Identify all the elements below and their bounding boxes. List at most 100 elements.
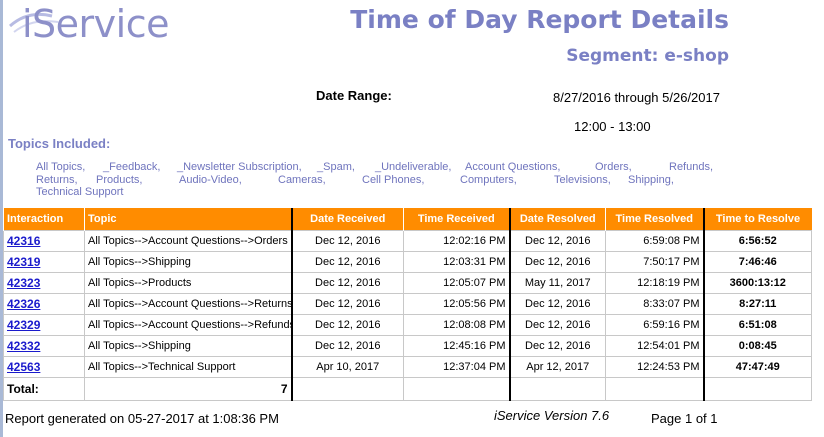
time-resolved-cell: 6:59:08 PM — [605, 230, 704, 252]
col-header-date-received: Date Received — [290, 208, 404, 231]
interaction-cell: 42329 — [3, 314, 85, 336]
date-resolved-cell: Dec 12, 2016 — [508, 251, 606, 273]
interaction-cell: 42319 — [3, 251, 85, 273]
interaction-link[interactable]: 42326 — [7, 297, 40, 311]
time-to-resolve-cell: 6:51:08 — [702, 314, 812, 336]
col-header-date-resolved: Date Resolved — [508, 208, 606, 231]
date-received-cell: Dec 12, 2016 — [290, 314, 404, 336]
total-row: Total: 7 — [3, 377, 812, 401]
interaction-link[interactable]: 42563 — [7, 360, 40, 374]
report-generated-text: Report generated on 05-27-2017 at 1:08:3… — [5, 411, 279, 426]
date-range-value: 8/27/2016 through 5/26/2017 — [553, 90, 720, 105]
time-resolved-cell: 8:33:07 PM — [605, 293, 704, 315]
time-received-cell: 12:08:08 PM — [403, 314, 510, 336]
table-row: 42563 All Topics-->Technical Support Apr… — [3, 356, 812, 378]
time-received-cell: 12:05:56 PM — [403, 293, 510, 315]
topic-cell: All Topics-->Shipping — [84, 335, 292, 357]
col-header-time-resolved: Time Resolved — [605, 208, 704, 231]
time-to-resolve-cell: 7:46:46 — [702, 251, 812, 273]
topic-item: Account Questions, — [465, 161, 561, 173]
page-number: Page 1 of 1 — [651, 411, 718, 426]
topic-item: Orders, — [595, 161, 632, 173]
topic-cell: All Topics-->Shipping — [84, 251, 292, 273]
topic-item: _Feedback, — [103, 161, 161, 173]
empty-cell — [702, 377, 812, 401]
topics-heading: Topics Included: — [8, 136, 111, 151]
col-header-topic: Topic — [84, 208, 292, 231]
time-to-resolve-cell: 6:56:52 — [702, 230, 812, 252]
topic-item: Refunds, — [669, 161, 714, 173]
time-received-cell: 12:05:07 PM — [403, 272, 510, 294]
interaction-link[interactable]: 42329 — [7, 318, 40, 332]
time-resolved-cell: 12:54:01 PM — [605, 335, 704, 357]
date-received-cell: Dec 12, 2016 — [290, 293, 404, 315]
time-to-resolve-cell: 3600:13:12 — [702, 272, 812, 294]
interaction-cell: 42323 — [3, 272, 85, 294]
topic-cell: All Topics-->Account Questions-->Orders — [84, 230, 292, 252]
interaction-link[interactable]: 42332 — [7, 339, 40, 353]
date-resolved-cell: Apr 12, 2017 — [508, 356, 606, 378]
date-resolved-cell: Dec 12, 2016 — [508, 335, 606, 357]
time-to-resolve-cell: 0:08:45 — [702, 335, 812, 357]
topic-item: Televisions, — [554, 174, 611, 186]
table-row: 42323 All Topics-->Products Dec 12, 2016… — [3, 272, 812, 294]
date-resolved-cell: May 11, 2017 — [508, 272, 606, 294]
date-received-cell: Dec 12, 2016 — [290, 230, 404, 252]
empty-cell — [508, 377, 606, 401]
date-range-label: Date Range: — [316, 88, 392, 103]
interaction-cell: 42316 — [3, 230, 85, 252]
date-received-cell: Dec 12, 2016 — [290, 335, 404, 357]
time-received-cell: 12:03:31 PM — [403, 251, 510, 273]
table-row: 42329 All Topics-->Account Questions-->R… — [3, 314, 812, 336]
table-row: 42316 All Topics-->Account Questions-->O… — [3, 230, 812, 252]
interaction-cell: 42332 — [3, 335, 85, 357]
total-count: 7 — [84, 377, 292, 401]
version-text: iService Version 7.6 — [494, 408, 610, 423]
date-resolved-cell: Dec 12, 2016 — [508, 230, 606, 252]
date-received-cell: Dec 12, 2016 — [290, 251, 404, 273]
topic-item: Cell Phones, — [362, 174, 425, 186]
interaction-link[interactable]: 42316 — [7, 234, 40, 248]
time-received-cell: 12:45:16 PM — [403, 335, 510, 357]
report-title: Time of Day Report Details — [350, 5, 729, 34]
iservice-logo: iService — [4, 2, 204, 54]
topic-item: Technical Support — [36, 186, 124, 198]
col-header-time-received: Time Received — [403, 208, 510, 231]
date-resolved-cell: Dec 12, 2016 — [508, 293, 606, 315]
topic-item: All Topics, — [36, 161, 86, 173]
date-received-cell: Dec 12, 2016 — [290, 272, 404, 294]
table-row: 42326 All Topics-->Account Questions-->R… — [3, 293, 812, 315]
time-to-resolve-cell: 8:27:11 — [702, 293, 812, 315]
segment-label: Segment: e-shop — [566, 46, 729, 66]
topic-cell: All Topics-->Technical Support — [84, 356, 292, 378]
date-resolved-cell: Dec 12, 2016 — [508, 314, 606, 336]
topic-item: Shipping, — [628, 174, 674, 186]
topic-item: _Newsletter Subscription, — [177, 161, 302, 173]
col-header-interaction: Interaction — [3, 208, 85, 231]
time-to-resolve-cell: 47:47:49 — [702, 356, 812, 378]
topic-item: Computers, — [460, 174, 517, 186]
topic-item: _Undeliverable, — [375, 161, 452, 173]
interaction-link[interactable]: 42319 — [7, 255, 40, 269]
table-header-row: Interaction Topic Date Received Time Rec… — [3, 208, 812, 231]
interaction-cell: 42563 — [3, 356, 85, 378]
total-label: Total: — [3, 377, 85, 401]
time-range-value: 12:00 - 13:00 — [574, 119, 651, 134]
topic-cell: All Topics-->Account Questions-->Refunds — [84, 314, 292, 336]
interaction-cell: 42326 — [3, 293, 85, 315]
topic-item: Audio-Video, — [179, 174, 242, 186]
time-received-cell: 12:37:04 PM — [403, 356, 510, 378]
time-received-cell: 12:02:16 PM — [403, 230, 510, 252]
time-resolved-cell: 12:24:53 PM — [605, 356, 704, 378]
table-row: 42332 All Topics-->Shipping Dec 12, 2016… — [3, 335, 812, 357]
topic-item: Returns, — [36, 174, 78, 186]
interaction-link[interactable]: 42323 — [7, 276, 40, 290]
topic-item: Products, — [96, 174, 143, 186]
empty-cell — [605, 377, 704, 401]
empty-cell — [290, 377, 404, 401]
topic-cell: All Topics-->Products — [84, 272, 292, 294]
col-header-time-to-resolve: Time to Resolve — [702, 208, 812, 231]
table-row: 42319 All Topics-->Shipping Dec 12, 2016… — [3, 251, 812, 273]
topic-item: _Spam, — [317, 161, 355, 173]
time-resolved-cell: 6:59:16 PM — [605, 314, 704, 336]
